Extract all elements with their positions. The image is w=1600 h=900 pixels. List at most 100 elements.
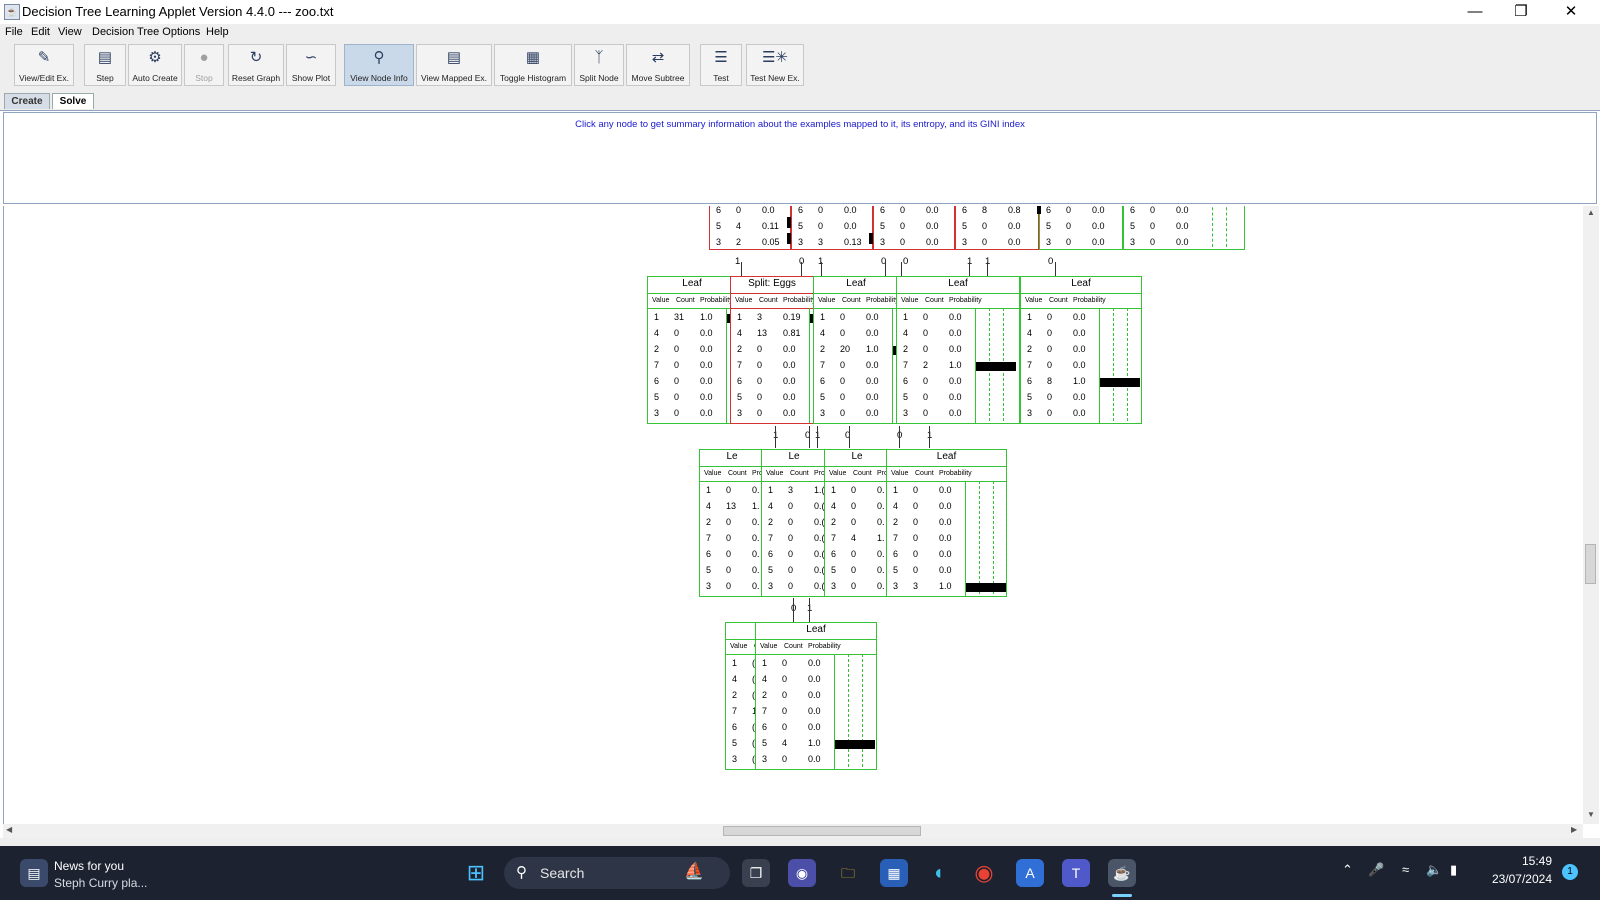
tree-node[interactable]: Leaf Value Count Probability 1 0 0.0 4 0 0.0 2 0 0.0…	[896, 276, 1020, 424]
close-icon[interactable]: ✕	[1548, 0, 1594, 24]
clock-date[interactable]: 23/07/2024	[1470, 872, 1552, 886]
horizontal-scrollbar[interactable]: ◀ ▶	[3, 824, 1583, 838]
split-divider[interactable]	[0, 838, 1600, 846]
scroll-up-icon[interactable]: ▲	[1587, 208, 1595, 217]
row-probability: 0.0	[783, 376, 796, 386]
node-row: 4 0 0.0	[648, 327, 736, 343]
row-value: 5	[706, 565, 712, 575]
menu-file[interactable]: File	[5, 26, 23, 38]
news-title[interactable]: News for you	[54, 859, 124, 873]
menu-edit[interactable]: Edit	[31, 26, 50, 38]
restore-icon[interactable]: ❐	[1498, 0, 1544, 24]
minimize-icon[interactable]: —	[1452, 0, 1498, 24]
row-count: 0	[726, 533, 732, 543]
file-explorer-icon[interactable]: 🗀	[834, 859, 862, 887]
scroll-right-icon[interactable]: ▶	[1571, 825, 1577, 834]
auto-create-button[interactable]: ⚙ Auto Create	[128, 44, 182, 86]
horizontal-scroll-thumb[interactable]	[723, 826, 921, 836]
chevron-up-icon[interactable]: ⌃	[1342, 862, 1353, 878]
tree-node[interactable]: Leaf Value Count Probability 1 0 0.0 4 0 0.0 2 20 1.…	[813, 276, 933, 424]
vertical-scroll-thumb[interactable]	[1585, 544, 1596, 584]
row-count: 0	[913, 533, 919, 543]
scroll-down-icon[interactable]: ▼	[1587, 810, 1595, 819]
row-probability: 0.0	[949, 408, 962, 418]
tab-create[interactable]: Create	[4, 93, 50, 109]
tab-solve[interactable]: Solve	[52, 93, 94, 109]
node-row: 4 0 0.	[825, 500, 889, 516]
tree-node[interactable]: Leaf Value Count Probability 1 31 1.0 4 0 0.0 2 0 0.…	[647, 276, 767, 424]
tree-node[interactable]: LeValueCountProbability100.400.200.741.6…	[824, 449, 890, 597]
partial-node[interactable]: 6 0 0.0 5 0 0.0 3 0 0.0	[1123, 206, 1245, 250]
partial-node[interactable]: 6 0 0.0 5 0 0.0 3 3 0.13	[791, 206, 873, 250]
partial-node[interactable]: 6 0 0.0 5 0 0.0 3 0 0.0	[1039, 206, 1123, 250]
volume-icon[interactable]: 🔈	[1426, 862, 1442, 878]
reset-graph-button[interactable]: ↻ Reset Graph	[228, 44, 284, 86]
news-subtitle[interactable]: Steph Curry pla...	[54, 876, 147, 890]
stop-button[interactable]: ● Stop	[184, 44, 224, 86]
tree-node[interactable]: Leaf Value Count Probability 1 0 0.0 4 0 0.0 2 0 0.0…	[886, 449, 1007, 597]
view-edit-ex-button[interactable]: ✎ View/Edit Ex.	[14, 44, 74, 86]
partial-node[interactable]: 6 8 0.8 5 0 0.0 3 0 0.0	[955, 206, 1039, 250]
menu-help[interactable]: Help	[206, 26, 229, 38]
node-title: Leaf	[1071, 278, 1091, 289]
row-value: 1	[831, 485, 837, 495]
menu-decision-tree-options[interactable]: Decision Tree Options	[92, 26, 200, 38]
notification-badge[interactable]: 1	[1562, 864, 1578, 880]
tree-edge	[817, 426, 818, 448]
tree-node[interactable]: LeValueCountProbability100.4131.200.700.…	[699, 449, 765, 597]
node-row: 7 0 0.0	[648, 359, 736, 375]
toggle-histogram-button[interactable]: ▦ Toggle Histogram	[494, 44, 572, 86]
row-probability: 0.	[877, 549, 885, 559]
column-header-value: Value	[735, 297, 753, 304]
tree-node[interactable]: Split: Eggs Value Count Probability 1 3 0.19 4 1…	[730, 276, 838, 424]
partial-node[interactable]: 6 0 0.0 5 0 0.0 3 0 0.0	[873, 206, 955, 250]
partial-node[interactable]: 6 0 0.0 5 4 0.11 3 2 0.05	[709, 206, 791, 250]
row-probability: 0.0	[1008, 237, 1021, 247]
clock-time[interactable]: 15:49	[1486, 854, 1552, 868]
step-button[interactable]: ▤ Step	[84, 44, 126, 86]
scroll-left-icon[interactable]: ◀	[6, 825, 12, 834]
row-count: 0	[900, 221, 906, 231]
menu-view[interactable]: View	[58, 26, 82, 38]
taskbar-search-box[interactable]: ⚲ Search ⛵	[504, 857, 730, 889]
node-title: Leaf	[936, 451, 957, 462]
teams-icon[interactable]: T	[1062, 859, 1090, 887]
tree-canvas[interactable]: 6 0 0.0 5 4 0.11 3 2 0.05 6 0 0.0 5 0 0.0 3 3 0.13 6 0 0.0 5 0…	[3, 206, 1584, 824]
row-probability: 0.(	[814, 501, 825, 511]
battery-icon[interactable]: ▮	[1450, 862, 1457, 878]
row-count: 0	[782, 754, 788, 764]
news-widget-icon[interactable]: ▤	[20, 859, 48, 887]
node-row: 4 13 1.	[700, 500, 764, 516]
node-row: 6 0 0.0	[1040, 206, 1122, 220]
vertical-scrollbar[interactable]: ▲ ▼	[1583, 206, 1599, 824]
microsoft-store-icon[interactable]: ▦	[880, 859, 908, 887]
java-taskbar-icon[interactable]: ☕	[1108, 859, 1136, 887]
node-row: 3 0 0.0	[1040, 236, 1122, 252]
task-view-icon[interactable]: ❐	[742, 859, 770, 887]
mic-muted-icon[interactable]: 🎤	[1368, 862, 1384, 878]
tree-node[interactable]: Leaf Value Count Probability 1 0 0.0 4 0 0.0 2 0 0.0…	[755, 622, 877, 770]
row-value: 2	[768, 517, 774, 527]
view-mapped-ex-button[interactable]: ▤ View Mapped Ex.	[416, 44, 492, 86]
edge-browser-icon[interactable]: ◖	[924, 859, 952, 887]
row-value: 1	[903, 312, 909, 322]
row-value: 3	[903, 408, 909, 418]
node-row: 2 0 0.	[825, 516, 889, 532]
tree-edge	[809, 598, 810, 622]
test-button[interactable]: ☰ Test	[700, 44, 742, 86]
chrome-browser-icon[interactable]: ◉	[970, 859, 998, 887]
row-value: 5	[1027, 392, 1033, 402]
wifi-icon[interactable]: ≈	[1402, 862, 1409, 877]
split-node-button[interactable]: ᛉ Split Node	[574, 44, 624, 86]
view-node-info-button[interactable]: ⚲ View Node Info	[344, 44, 414, 86]
app-a-icon[interactable]: A	[1016, 859, 1044, 887]
row-probability: 0.0	[1073, 360, 1086, 370]
move-subtree-button[interactable]: ⇄ Move Subtree	[626, 44, 690, 86]
tree-node[interactable]: LeValueCountProbability131.(400.(200.(70…	[761, 449, 827, 597]
teams-chat-icon[interactable]: ◉	[788, 859, 816, 887]
row-value: 5	[820, 392, 826, 402]
test-new-ex-button[interactable]: ☰✳ Test New Ex.	[746, 44, 804, 86]
tree-node[interactable]: Leaf Value Count Probability 1 0 0.0 4 0 0.0 2 0 0.0…	[1020, 276, 1142, 424]
windows-start-icon[interactable]: ⊞	[462, 859, 490, 887]
show-plot-button[interactable]: ∽ Show Plot	[286, 44, 336, 86]
